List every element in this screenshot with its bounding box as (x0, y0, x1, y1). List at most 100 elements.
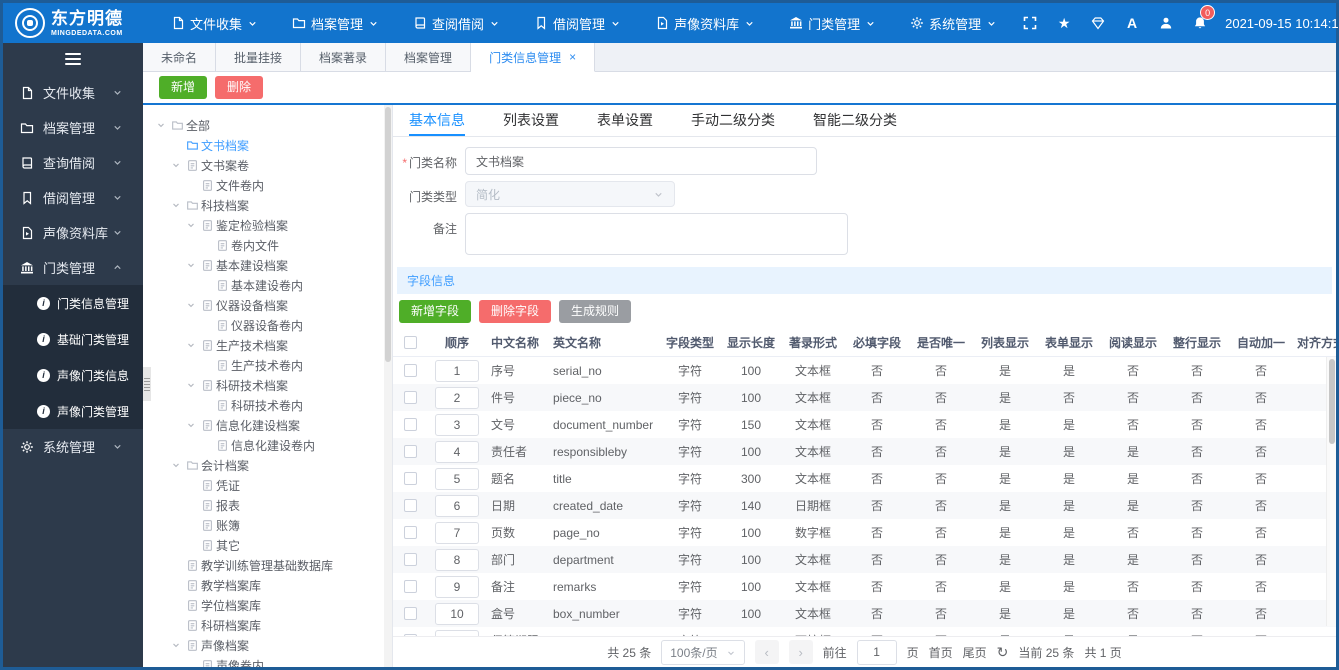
sidebar-subitem[interactable]: i 门类信息管理 (3, 285, 143, 321)
tree-node[interactable]: 声像档案 (143, 635, 392, 655)
row-checkbox[interactable] (403, 607, 417, 621)
sidebar-item-media[interactable]: 声像资料库 (3, 215, 143, 250)
add-field-button[interactable]: 新增字段 (399, 300, 472, 324)
order-input[interactable]: 8 (435, 548, 479, 571)
tree-node[interactable]: 文书案卷 (143, 155, 392, 175)
tree-node[interactable]: 文件卷内 (143, 175, 392, 195)
tree-node[interactable]: 卷内文件 (143, 235, 392, 255)
panel-splitter-handle[interactable] (143, 367, 151, 401)
order-input[interactable]: 2 (435, 386, 479, 409)
tree-node[interactable]: 生产技术卷内 (143, 355, 392, 375)
topnav-item-book[interactable]: 查阅借阅 (403, 3, 510, 43)
topnav-item-bank[interactable]: 门类管理 (779, 3, 886, 43)
row-checkbox[interactable] (403, 445, 417, 459)
tree-node[interactable]: 科研技术卷内 (143, 395, 392, 415)
sidebar-item-bookmark[interactable]: 借阅管理 (3, 180, 143, 215)
row-checkbox[interactable] (403, 580, 417, 594)
tree-node[interactable]: 凭证 (143, 475, 392, 495)
tree-node[interactable]: 基本建设档案 (143, 255, 392, 275)
tree-node[interactable]: 鉴定检验档案 (143, 215, 392, 235)
star-icon[interactable]: ★ (1055, 12, 1073, 34)
topnav-item-folder[interactable]: 档案管理 (282, 3, 389, 43)
tree-node[interactable]: 仪器设备档案 (143, 295, 392, 315)
row-checkbox[interactable] (403, 391, 417, 405)
next-page-button[interactable]: › (788, 640, 813, 664)
tree-node[interactable]: 教学档案库 (143, 575, 392, 595)
topnav-item-media[interactable]: 声像资料库 (645, 3, 765, 43)
order-input[interactable]: 7 (435, 521, 479, 544)
page-number-input[interactable] (856, 639, 897, 665)
bell-icon[interactable]: 0 (1191, 5, 1216, 34)
topnav-item-bookmark[interactable]: 借阅管理 (524, 3, 631, 43)
order-input[interactable]: 5 (435, 467, 479, 490)
last-page-link[interactable]: 尾页 (963, 644, 987, 661)
sidebar-item-file[interactable]: 文件收集 (3, 75, 143, 110)
prev-page-button[interactable]: ‹ (754, 640, 779, 664)
tree-node[interactable]: 信息化建设卷内 (143, 435, 392, 455)
row-checkbox[interactable] (403, 472, 417, 486)
row-checkbox[interactable] (403, 553, 417, 567)
delete-field-button[interactable]: 删除字段 (479, 300, 552, 324)
page-size-select[interactable]: 100条/页 (661, 639, 745, 665)
brand-logo-area[interactable]: 东方明德 MINGDEDATA.COM (3, 8, 161, 38)
topnav-item-gear[interactable]: 系统管理 (900, 3, 1007, 43)
order-input[interactable]: 10 (435, 602, 479, 625)
catalog-name-input[interactable] (465, 147, 817, 175)
workspace-tab[interactable]: 批量挂接 (216, 43, 302, 71)
workspace-tab[interactable]: 档案管理 (386, 43, 472, 71)
order-input[interactable]: 1 (435, 359, 479, 382)
tree-node[interactable]: 声像卷内 (143, 655, 392, 667)
order-input[interactable]: 4 (435, 440, 479, 463)
sidebar-item-folder[interactable]: 档案管理 (3, 110, 143, 145)
tree-node[interactable]: 科研技术档案 (143, 375, 392, 395)
tree-node[interactable]: 学位档案库 (143, 595, 392, 615)
sidebar-collapse-button[interactable] (3, 43, 143, 75)
close-icon[interactable]: × (569, 50, 576, 64)
order-input[interactable]: 11 (435, 629, 479, 636)
sidebar-item-book[interactable]: 查询借阅 (3, 145, 143, 180)
row-checkbox[interactable] (403, 364, 417, 378)
tree-node[interactable]: 其它 (143, 535, 392, 555)
order-input[interactable]: 9 (435, 575, 479, 598)
fullscreen-icon[interactable] (1021, 12, 1039, 34)
tree-node[interactable]: 科技档案 (143, 195, 392, 215)
font-size-icon[interactable]: A (1123, 12, 1141, 34)
order-input[interactable]: 3 (435, 413, 479, 436)
remark-textarea[interactable] (465, 213, 848, 255)
add-button[interactable]: 新增 (159, 75, 208, 100)
row-checkbox[interactable] (403, 634, 417, 636)
detail-tab[interactable]: 表单设置 (597, 105, 653, 136)
tree-node[interactable]: 文书档案 (143, 135, 392, 155)
detail-tab[interactable]: 智能二级分类 (813, 105, 897, 136)
delete-button[interactable]: 删除 (215, 75, 264, 100)
row-checkbox[interactable] (403, 526, 417, 540)
detail-tab[interactable]: 列表设置 (503, 105, 559, 136)
tree-node[interactable]: 生产技术档案 (143, 335, 392, 355)
tree-node[interactable]: 账簿 (143, 515, 392, 535)
tree-node[interactable]: 会计档案 (143, 455, 392, 475)
row-checkbox[interactable] (403, 499, 417, 513)
sidebar-subitem[interactable]: i 基础门类管理 (3, 321, 143, 357)
tree-node[interactable]: 仪器设备卷内 (143, 315, 392, 335)
user-icon[interactable] (1157, 12, 1175, 34)
tree-node[interactable]: 科研档案库 (143, 615, 392, 635)
workspace-tab[interactable]: 未命名 (143, 43, 217, 71)
sidebar-subitem[interactable]: i 声像门类信息 (3, 357, 143, 393)
sidebar-item-bank[interactable]: 门类管理 (3, 250, 143, 285)
first-page-link[interactable]: 首页 (929, 644, 953, 661)
order-input[interactable]: 6 (435, 494, 479, 517)
table-vertical-scrollbar[interactable] (1326, 357, 1336, 626)
detail-tab[interactable]: 基本信息 (409, 105, 465, 136)
workspace-tab[interactable]: 门类信息管理 × (471, 43, 596, 72)
tree-node[interactable]: 基本建设卷内 (143, 275, 392, 295)
tree-node[interactable]: 信息化建设档案 (143, 415, 392, 435)
generate-rule-button[interactable]: 生成规则 (559, 300, 632, 324)
tree-node[interactable]: 全部 (143, 115, 392, 135)
workspace-tab[interactable]: 档案著录 (301, 43, 387, 71)
tree-node[interactable]: 教学训练管理基础数据库 (143, 555, 392, 575)
row-checkbox[interactable] (403, 418, 417, 432)
sidebar-item-gear[interactable]: 系统管理 (3, 429, 143, 464)
detail-tab[interactable]: 手动二级分类 (691, 105, 775, 136)
sidebar-subitem[interactable]: i 声像门类管理 (3, 393, 143, 429)
select-all-checkbox[interactable] (403, 336, 417, 350)
